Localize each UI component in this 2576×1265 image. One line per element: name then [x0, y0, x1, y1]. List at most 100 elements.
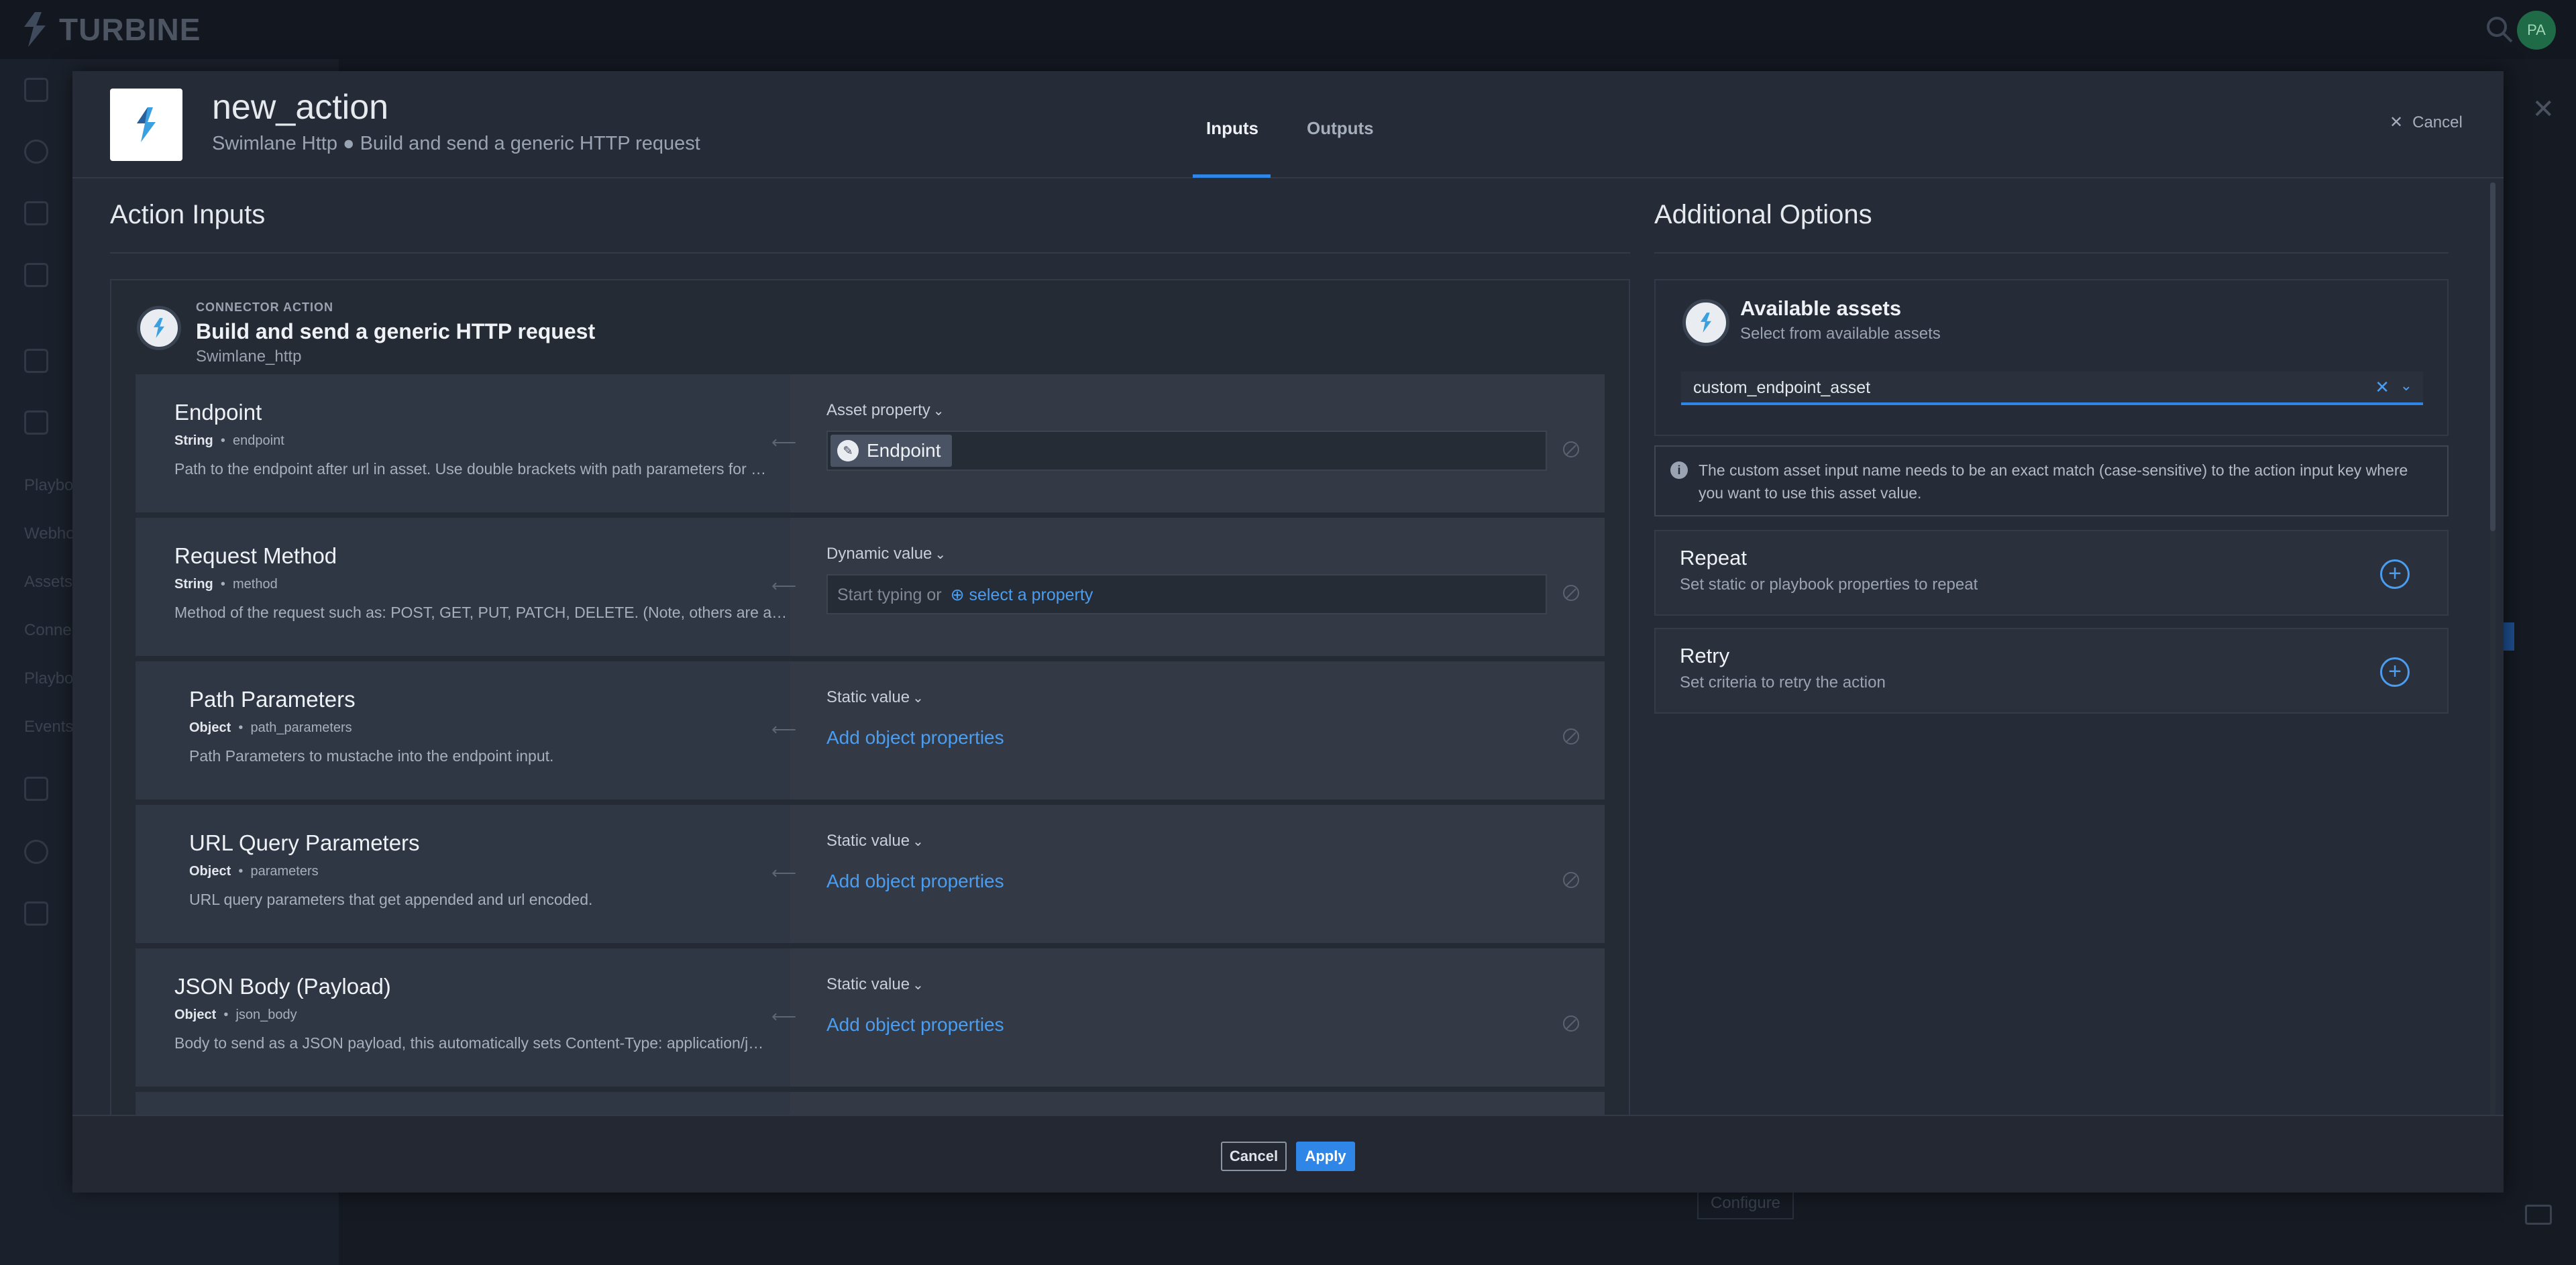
type-label: Object [189, 864, 231, 879]
asset-select[interactable]: custom_endpoint_asset ✕ ⌄ [1681, 372, 2423, 405]
asset-select-value: custom_endpoint_asset [1693, 378, 1871, 397]
arrow-left-icon: ⟵ [771, 575, 797, 596]
info-icon: i [1670, 461, 1688, 479]
asset-chip[interactable]: ✎ Endpoint [830, 435, 952, 467]
input-description: Body to send as a JSON payload, this aut… [174, 1034, 764, 1052]
wrench-icon: ✎ [837, 440, 859, 461]
add-object-properties-link[interactable]: Add object properties [826, 871, 1004, 892]
scrollbar-thumb[interactable] [2490, 182, 2496, 531]
chart-icon [24, 349, 48, 373]
input-type: String • endpoint [174, 433, 284, 448]
tab-inputs[interactable]: Inputs [1206, 118, 1258, 139]
value-mode-label: Static value [826, 688, 910, 706]
nodes-icon [24, 410, 48, 435]
value-mode-dropdown[interactable]: Asset property ⌄ [826, 401, 945, 420]
apply-button[interactable]: Apply [1296, 1142, 1355, 1171]
active-tab-indicator [1193, 174, 1271, 178]
value-mode-dropdown[interactable]: Static value ⌄ [826, 688, 924, 707]
connector-source: Swimlane_http [196, 347, 302, 366]
add-retry-plus-icon[interactable]: + [2380, 657, 2410, 687]
search-icon[interactable] [2483, 13, 2516, 46]
action-inputs-title: Action Inputs [110, 200, 266, 229]
value-mode-label: Asset property [826, 401, 930, 419]
cancel-button[interactable]: Cancel [1221, 1142, 1287, 1171]
modal-footer: Cancel Apply [72, 1115, 2504, 1193]
input-type: Object • parameters [189, 864, 319, 879]
header-cancel-button[interactable]: ✕ Cancel [2390, 113, 2463, 132]
tab-outputs[interactable]: Outputs [1307, 118, 1374, 139]
disabled-icon[interactable] [1563, 441, 1579, 457]
input-type: String • method [174, 577, 278, 592]
disabled-icon[interactable] [1563, 585, 1579, 601]
user-icon [24, 840, 48, 864]
keyboard-icon[interactable] [2525, 1205, 2552, 1225]
disabled-icon[interactable] [1563, 728, 1579, 745]
header-cancel-label: Cancel [2412, 113, 2463, 131]
sidebar-item-label: Conne [24, 621, 72, 639]
input-row-method: Request Method String • method Method of… [136, 518, 1605, 656]
sidebar-item-label: Playbo [24, 476, 74, 494]
key-label: parameters [250, 864, 319, 879]
chevron-down-icon: ⌄ [912, 691, 924, 706]
input-row-info: URL Query Parameters Object • parameters… [136, 805, 790, 943]
turbine-logo: TURBINE [20, 8, 201, 51]
input-row-endpoint: Endpoint String • endpoint Path to the e… [136, 374, 1605, 512]
disabled-icon[interactable] [1563, 872, 1579, 888]
input-type: Object • path_parameters [189, 720, 352, 735]
avatar[interactable]: PA [2517, 11, 2556, 50]
key-label: endpoint [233, 433, 284, 448]
arrow-left-icon: ⟵ [771, 432, 797, 452]
type-label: String [174, 577, 213, 592]
close-icon: ✕ [2390, 113, 2404, 131]
connector-icon [137, 306, 181, 350]
chevron-down-icon: ⌄ [912, 978, 924, 993]
value-mode-label: Static value [826, 975, 910, 993]
arrow-left-icon: ⟵ [771, 1006, 797, 1026]
chevron-down-icon: ⌄ [932, 404, 945, 419]
add-object-properties-link[interactable]: Add object properties [826, 1014, 1004, 1036]
retry-subtitle: Set criteria to retry the action [1680, 673, 1886, 692]
bolt-icon [1701, 313, 1711, 333]
app-topbar [0, 0, 2576, 59]
add-object-properties-link[interactable]: Add object properties [826, 727, 1004, 749]
action-modal: new_action Swimlane Http ● Build and sen… [72, 71, 2504, 1193]
input-type: Object • json_body [174, 1007, 297, 1022]
input-row-info: Endpoint String • endpoint Path to the e… [136, 374, 790, 512]
repeat-subtitle: Set static or playbook properties to rep… [1680, 575, 1978, 594]
method-input[interactable]: Start typing or ⊕ select a property [826, 574, 1547, 614]
input-row-info: Path Parameters Object • path_parameters… [136, 661, 790, 800]
input-row-url-query-parameters: URL Query Parameters Object • parameters… [136, 805, 1605, 943]
doc-icon [24, 263, 48, 287]
disabled-icon[interactable] [1563, 1015, 1579, 1032]
available-assets-card: Available assets Select from available a… [1654, 279, 2449, 436]
select-property-link[interactable]: ⊕ select a property [951, 586, 1093, 604]
settings-icon [24, 901, 48, 926]
assets-subtitle: Select from available assets [1740, 325, 1941, 343]
value-mode-dropdown[interactable]: Static value ⌄ [826, 975, 924, 994]
clear-icon[interactable]: ✕ [2375, 377, 2390, 398]
arrow-left-icon: ⟵ [771, 719, 797, 739]
assets-title: Available assets [1740, 296, 1902, 320]
repeat-option: Repeat Set static or playbook properties… [1654, 530, 2449, 616]
add-repeat-plus-icon[interactable]: + [2380, 559, 2410, 589]
table-icon [24, 777, 48, 801]
input-description: URL query parameters that get appended a… [189, 891, 593, 908]
type-label: Object [174, 1007, 217, 1022]
input-description: Path to the endpoint after url in asset.… [174, 460, 767, 478]
plus-circle-icon: ⊕ [950, 586, 965, 604]
value-mode-dropdown[interactable]: Dynamic value ⌄ [826, 545, 946, 563]
connector-logo [110, 89, 182, 161]
sidebar-item-label: Assets [24, 573, 73, 591]
value-mode-label: Static value [826, 832, 910, 850]
close-icon[interactable]: ✕ [2532, 94, 2555, 125]
endpoint-input[interactable]: ✎ Endpoint [826, 431, 1547, 471]
table-icon [24, 201, 48, 225]
input-row-info: Request Method String • method Method of… [136, 518, 790, 656]
chevron-down-icon: ⌄ [912, 834, 924, 849]
value-mode-dropdown[interactable]: Static value ⌄ [826, 832, 924, 850]
info-text: The custom asset input name needs to be … [1699, 461, 2408, 502]
chevron-down-icon[interactable]: ⌄ [2400, 377, 2412, 394]
input-name: JSON Body (Payload) [174, 974, 391, 999]
key-label: path_parameters [250, 720, 352, 735]
sidebar-item-label: Webho [24, 525, 75, 543]
